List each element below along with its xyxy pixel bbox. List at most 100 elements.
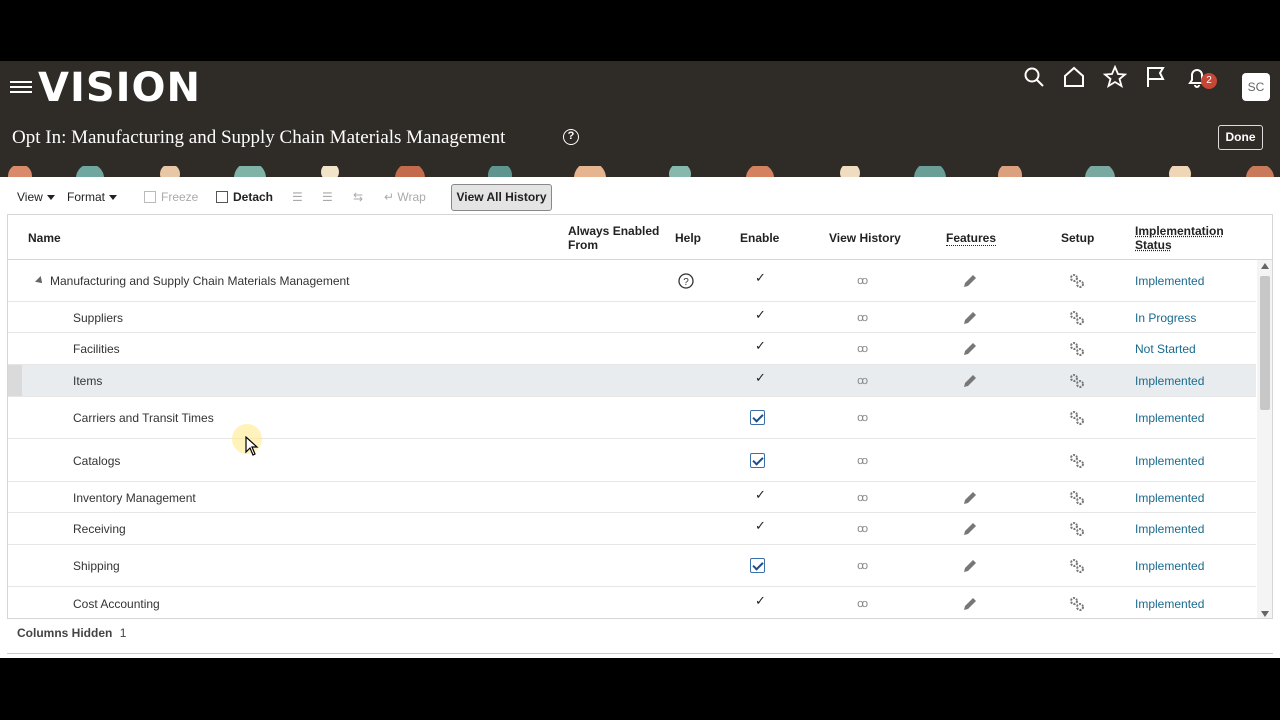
- divider: [7, 653, 1273, 654]
- implementation-status[interactable]: Implemented: [1135, 374, 1204, 388]
- column-header-name[interactable]: Name: [28, 231, 61, 245]
- row-name: Inventory Management: [73, 491, 196, 505]
- implementation-status[interactable]: Implemented: [1135, 597, 1204, 611]
- implementation-status[interactable]: Implemented: [1135, 274, 1204, 288]
- enable-checkbox[interactable]: [750, 453, 765, 471]
- implementation-status[interactable]: Implemented: [1135, 491, 1204, 505]
- features-pencil-icon[interactable]: [962, 310, 978, 329]
- row-name-text: Facilities: [73, 342, 120, 356]
- app-logo[interactable]: VISION: [38, 65, 201, 111]
- table-row[interactable]: Shipping ꝏ Implemented: [8, 545, 1256, 587]
- setup-gears-icon[interactable]: [1069, 558, 1085, 577]
- check-icon: ✓: [755, 487, 766, 502]
- view-history-glasses-icon[interactable]: ꝏ: [857, 491, 868, 504]
- format-menu[interactable]: Format: [67, 190, 118, 204]
- view-history-glasses-icon[interactable]: ꝏ: [857, 311, 868, 324]
- done-button[interactable]: Done: [1218, 125, 1263, 150]
- row-name: Manufacturing and Supply Chain Materials…: [35, 274, 350, 288]
- reorder-button[interactable]: ⇆: [353, 190, 363, 204]
- column-header-always-enabled-from[interactable]: Always Enabled From: [568, 224, 668, 252]
- column-header-help[interactable]: Help: [675, 231, 701, 245]
- features-table: Name Always Enabled From Help Enable Vie…: [7, 214, 1273, 619]
- column-header-implementation-status[interactable]: Implementation Status: [1135, 224, 1245, 252]
- scroll-up-icon[interactable]: [1261, 263, 1269, 269]
- help-icon[interactable]: ?: [678, 273, 694, 292]
- column-header-features[interactable]: Features: [946, 231, 997, 246]
- implementation-status[interactable]: Not Started: [1135, 342, 1196, 356]
- outdent-icon: ☰: [322, 190, 333, 204]
- features-pencil-icon[interactable]: [962, 373, 978, 392]
- setup-gears-icon[interactable]: [1069, 373, 1085, 392]
- setup-gears-icon[interactable]: [1069, 453, 1085, 472]
- application-window: VISION 2 SC Opt In: Manufacturing and Su…: [0, 61, 1280, 658]
- star-icon[interactable]: [1103, 65, 1127, 89]
- help-icon[interactable]: ?: [563, 129, 579, 145]
- view-history-glasses-icon[interactable]: ꝏ: [857, 374, 868, 387]
- wrap-icon: ↵: [384, 190, 398, 204]
- features-pencil-icon[interactable]: [962, 490, 978, 509]
- implementation-status[interactable]: Implemented: [1135, 522, 1204, 536]
- setup-gears-icon[interactable]: [1069, 596, 1085, 615]
- implementation-status[interactable]: Implemented: [1135, 454, 1204, 468]
- view-all-history-button[interactable]: View All History: [451, 184, 552, 211]
- vertical-scrollbar[interactable]: [1257, 260, 1272, 618]
- table-row[interactable]: Manufacturing and Supply Chain Materials…: [8, 260, 1256, 302]
- implementation-status[interactable]: In Progress: [1135, 311, 1196, 325]
- row-name-text: Catalogs: [73, 454, 121, 468]
- column-header-enable[interactable]: Enable: [740, 231, 779, 245]
- setup-gears-icon[interactable]: [1069, 341, 1085, 360]
- column-header-view-history[interactable]: View History: [829, 231, 901, 245]
- column-header-setup[interactable]: Setup: [1061, 231, 1094, 245]
- scroll-thumb[interactable]: [1260, 276, 1270, 410]
- table-row[interactable]: Suppliers ✓ ꝏ In Progress: [8, 302, 1256, 333]
- features-pencil-icon[interactable]: [962, 596, 978, 615]
- indent-button[interactable]: ☰: [292, 190, 303, 204]
- svg-text:?: ?: [683, 277, 689, 288]
- view-history-glasses-icon[interactable]: ꝏ: [857, 342, 868, 355]
- row-name: Shipping: [73, 559, 120, 573]
- table-row[interactable]: Receiving ✓ ꝏ Implemented: [8, 513, 1256, 545]
- search-icon[interactable]: [1022, 65, 1046, 89]
- view-history-glasses-icon[interactable]: ꝏ: [857, 411, 868, 424]
- setup-gears-icon[interactable]: [1069, 410, 1085, 429]
- view-history-glasses-icon[interactable]: ꝏ: [857, 597, 868, 610]
- table-row[interactable]: Catalogs ꝏ Implemented: [8, 439, 1256, 482]
- collapse-triangle-icon[interactable]: [35, 276, 45, 286]
- table-row[interactable]: Carriers and Transit Times ꝏ Implemented: [8, 397, 1256, 439]
- features-pencil-icon[interactable]: [962, 558, 978, 577]
- mouse-cursor-highlight: [232, 424, 262, 456]
- implementation-status[interactable]: Implemented: [1135, 411, 1204, 425]
- setup-gears-icon[interactable]: [1069, 310, 1085, 329]
- setup-gears-icon[interactable]: [1069, 521, 1085, 540]
- view-history-glasses-icon[interactable]: ꝏ: [857, 454, 868, 467]
- enable-checkbox[interactable]: [750, 410, 765, 428]
- user-avatar[interactable]: SC: [1242, 73, 1270, 101]
- wrap-button[interactable]: ↵ Wrap: [384, 190, 426, 204]
- table-row[interactable]: Items ✓ ꝏ Implemented: [8, 365, 1256, 397]
- features-pencil-icon[interactable]: [962, 521, 978, 540]
- setup-gears-icon[interactable]: [1069, 490, 1085, 509]
- outdent-button[interactable]: ☰: [322, 190, 333, 204]
- flag-icon[interactable]: [1144, 65, 1168, 89]
- scroll-down-icon[interactable]: [1261, 611, 1269, 617]
- features-pencil-icon[interactable]: [962, 341, 978, 360]
- table-row[interactable]: Facilities ✓ ꝏ Not Started: [8, 333, 1256, 365]
- freeze-button[interactable]: Freeze: [144, 190, 198, 204]
- view-history-glasses-icon[interactable]: ꝏ: [857, 274, 868, 287]
- detach-label: Detach: [233, 190, 274, 204]
- view-history-glasses-icon[interactable]: ꝏ: [857, 522, 868, 535]
- table-row[interactable]: Inventory Management ✓ ꝏ Implemented: [8, 482, 1256, 513]
- menu-icon[interactable]: [10, 78, 32, 96]
- home-icon[interactable]: [1062, 65, 1086, 89]
- row-name-text: Items: [73, 374, 103, 388]
- table-row[interactable]: Cost Accounting ✓ ꝏ Implemented: [8, 587, 1256, 618]
- view-history-glasses-icon[interactable]: ꝏ: [857, 559, 868, 572]
- setup-gears-icon[interactable]: [1069, 273, 1085, 292]
- check-icon: ✓: [755, 518, 766, 533]
- implementation-status[interactable]: Implemented: [1135, 559, 1204, 573]
- features-pencil-icon[interactable]: [962, 273, 978, 292]
- view-menu[interactable]: View: [17, 190, 55, 204]
- enable-checkbox[interactable]: [750, 558, 765, 576]
- detach-button[interactable]: Detach: [216, 190, 273, 204]
- global-header: VISION 2 SC Opt In: Manufacturing and Su…: [0, 61, 1280, 165]
